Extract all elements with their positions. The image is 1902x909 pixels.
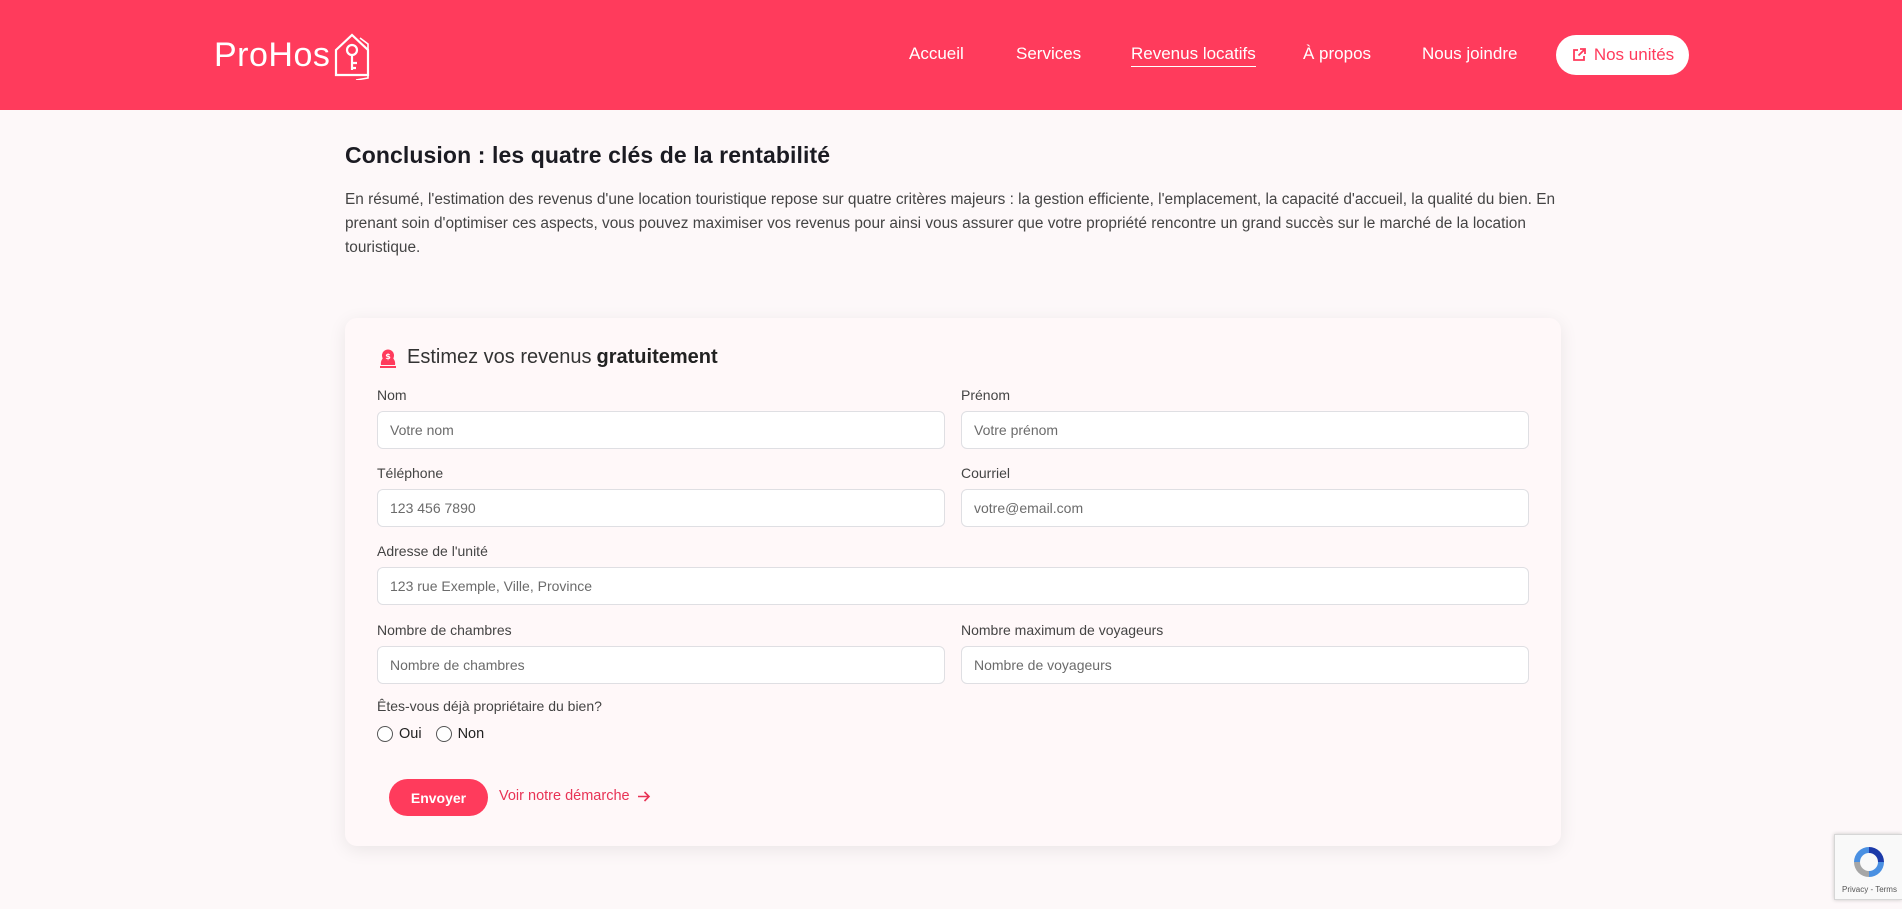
estimation-form-card: $ Estimez vos revenusgratuitement Nom Pr… — [345, 318, 1561, 846]
voyageurs-label: Nombre maximum de voyageurs — [961, 622, 1164, 638]
telephone-label: Téléphone — [377, 465, 444, 481]
adresse-label: Adresse de l'unité — [377, 543, 488, 559]
prenom-label: Prénom — [961, 387, 1011, 403]
nav-services[interactable]: Services — [1016, 44, 1081, 64]
voir-demarche-label: Voir notre démarche — [499, 788, 630, 804]
nav-a-propos[interactable]: À propos — [1303, 44, 1371, 64]
chambres-label: Nombre de chambres — [377, 622, 512, 638]
prenom-input[interactable] — [961, 411, 1529, 449]
svg-text:$: $ — [385, 352, 391, 361]
external-link-icon — [1572, 48, 1586, 61]
radio-oui-label: Oui — [399, 726, 422, 742]
recaptcha-badge[interactable]: Privacy - Terms — [1834, 834, 1902, 900]
nom-field: Nom — [377, 387, 945, 449]
recaptcha-links[interactable]: Privacy - Terms — [1842, 885, 1897, 894]
prenom-field: Prénom — [961, 387, 1529, 449]
form-title: $ Estimez vos revenus gratuitement — [377, 346, 718, 369]
nav-accueil[interactable]: Accueil — [909, 44, 964, 64]
form-title-prefix: Estimez vos revenus — [407, 346, 592, 368]
nom-label: Nom — [377, 387, 407, 403]
house-key-icon — [335, 33, 370, 80]
radio-oui-circle[interactable] — [377, 726, 393, 742]
nav-revenus-locatifs[interactable]: Revenus locatifs — [1131, 44, 1256, 67]
section-title: Conclusion : les quatre clés de la renta… — [345, 142, 831, 168]
voyageurs-field: Nombre maximum de voyageurs — [961, 622, 1529, 684]
recaptcha-icon — [1854, 847, 1884, 877]
nos-unites-button[interactable]: Nos unités — [1556, 35, 1689, 75]
radio-oui[interactable]: Oui — [377, 726, 422, 742]
owner-radio-group: Oui Non — [377, 726, 484, 742]
nos-unites-label: Nos unités — [1593, 45, 1675, 64]
prohost-logo[interactable]: ProHos — [214, 30, 372, 80]
form-title-bold: gratuitement — [596, 346, 718, 368]
courriel-field: Courriel — [961, 465, 1529, 527]
voir-demarche-link[interactable]: Voir notre démarche — [499, 788, 651, 804]
adresse-field: Adresse de l'unité — [377, 543, 1529, 605]
logo-text: ProHos — [214, 35, 331, 74]
nom-input[interactable] — [377, 411, 945, 449]
section-body: En résumé, l'estimation des revenus d'un… — [345, 191, 1556, 256]
chambres-input[interactable] — [377, 646, 945, 684]
owner-question: Êtes-vous déjà propriétaire du bien? — [377, 698, 602, 714]
money-bag-icon: $ — [380, 349, 396, 368]
arrow-right-icon — [637, 790, 650, 802]
courriel-input[interactable] — [961, 489, 1529, 527]
nav-nous-joindre[interactable]: Nous joindre — [1422, 44, 1517, 64]
telephone-field: Téléphone — [377, 465, 945, 527]
envoyer-button[interactable]: Envoyer — [389, 779, 488, 816]
top-header: ProHos Accueil Services Revenus locatifs… — [0, 0, 1902, 110]
voyageurs-input[interactable] — [961, 646, 1529, 684]
chambres-field: Nombre de chambres — [377, 622, 945, 684]
radio-non-label: Non — [457, 726, 485, 742]
radio-non-circle[interactable] — [435, 726, 452, 742]
telephone-input[interactable] — [377, 489, 945, 527]
conclusion-section: Conclusion : les quatre clés de la renta… — [345, 142, 1557, 260]
courriel-label: Courriel — [961, 465, 1011, 481]
adresse-input[interactable] — [377, 567, 1529, 605]
radio-non[interactable]: Non — [435, 726, 485, 742]
